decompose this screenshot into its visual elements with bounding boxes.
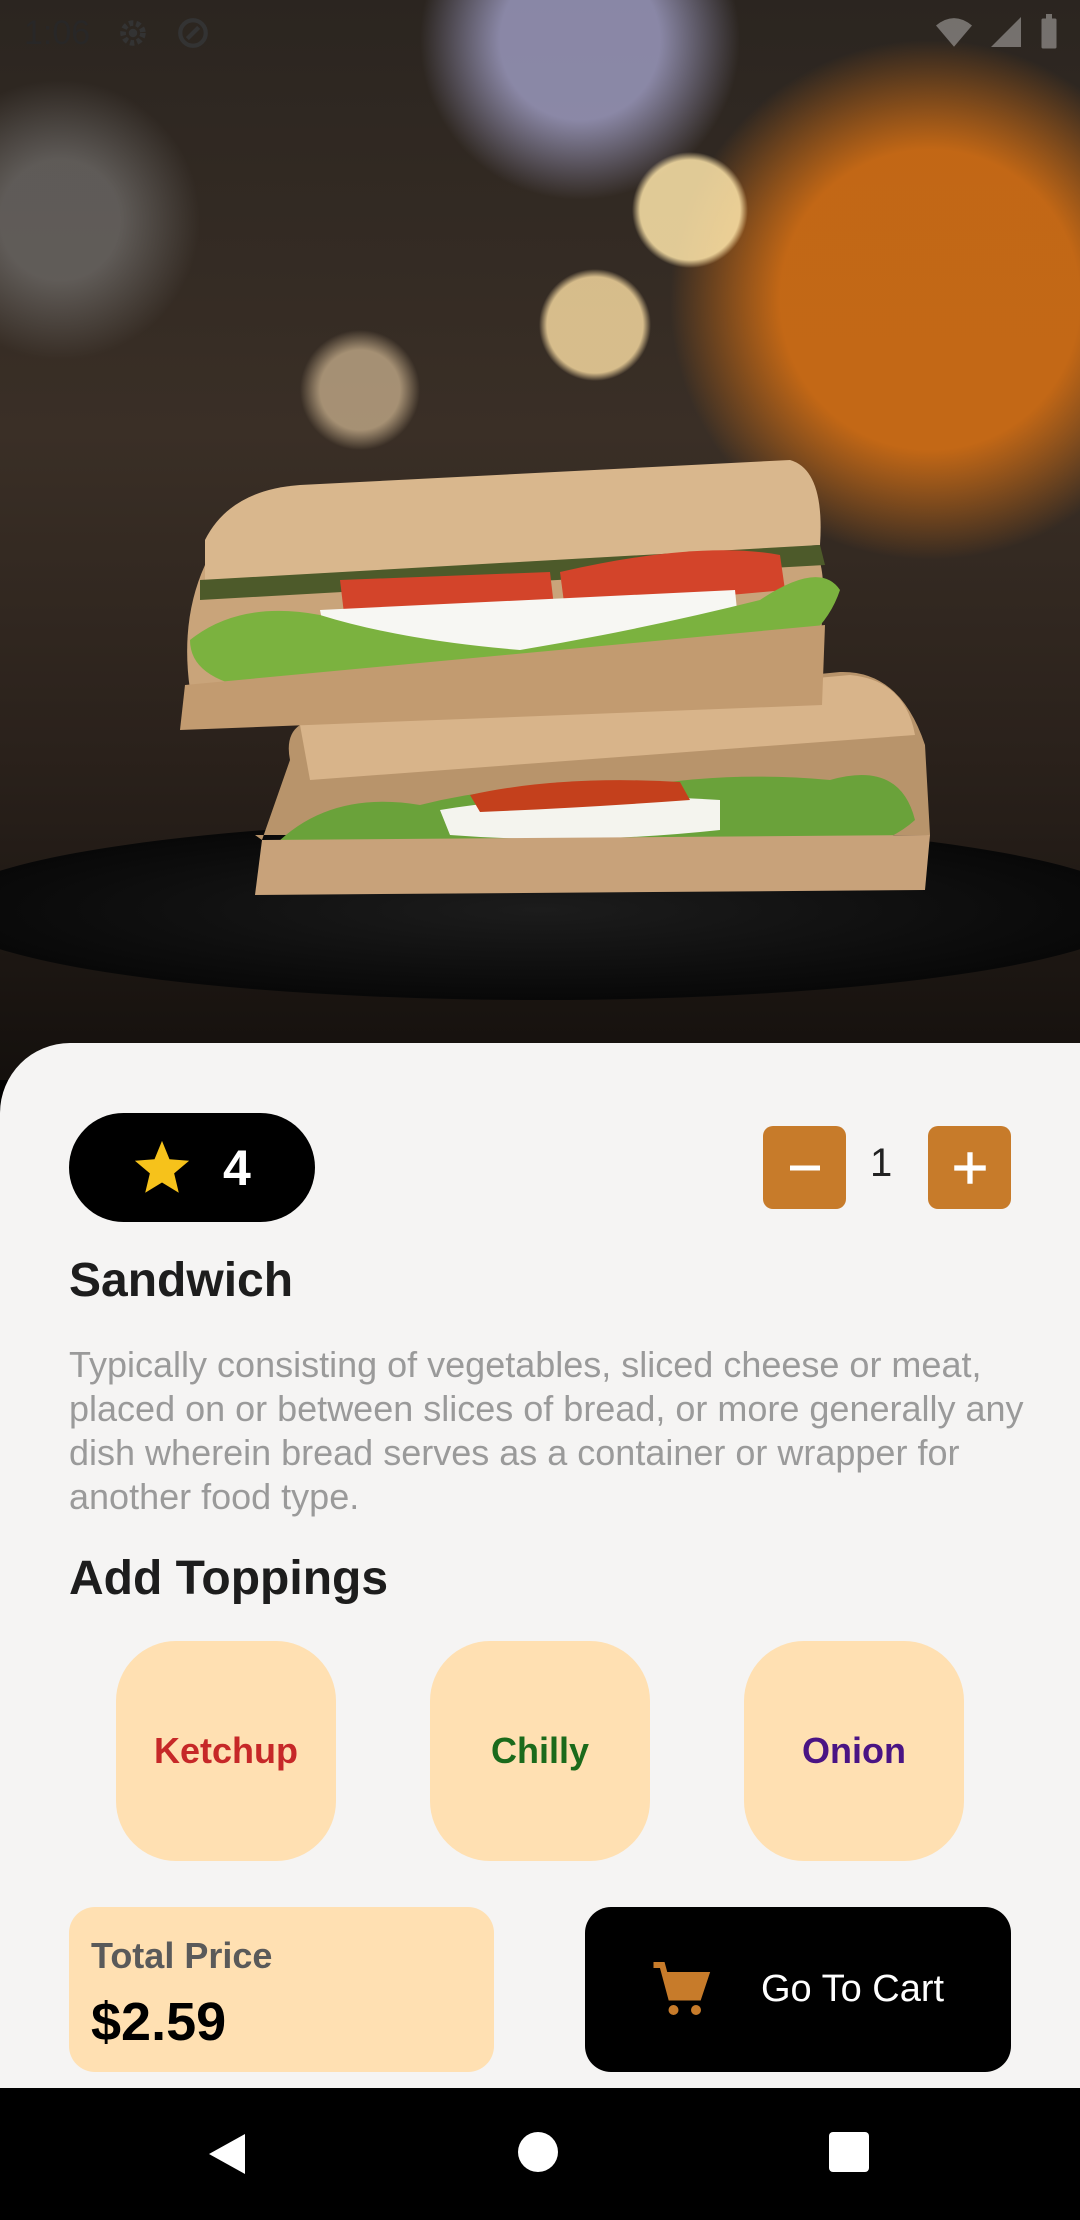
battery-icon bbox=[1041, 14, 1057, 49]
star-icon bbox=[134, 1140, 190, 1193]
toppings-title: Add Toppings bbox=[69, 1552, 389, 1605]
minus-icon bbox=[789, 1165, 820, 1170]
topping-chilly[interactable]: Chilly bbox=[430, 1641, 650, 1861]
topping-onion[interactable]: Onion bbox=[744, 1641, 964, 1861]
total-price-box: Total Price $2.59 bbox=[69, 1907, 494, 2072]
product-title: Sandwich bbox=[69, 1254, 294, 1307]
product-details-sheet: 4 1 Sandwich Typically consisting of veg… bbox=[0, 1043, 1080, 2088]
hero-image bbox=[0, 0, 1080, 1080]
sync-icon bbox=[178, 18, 209, 48]
decrease-quantity-button[interactable] bbox=[763, 1126, 846, 1209]
increase-quantity-button[interactable] bbox=[928, 1126, 1011, 1209]
go-to-cart-button[interactable]: Go To Cart bbox=[585, 1907, 1011, 2072]
rating-value: 4 bbox=[223, 1139, 251, 1196]
settings-icon bbox=[120, 20, 146, 46]
navigation-bar bbox=[0, 2088, 1080, 2220]
sandwich-illustration bbox=[180, 460, 930, 895]
rating-badge: 4 bbox=[69, 1113, 315, 1222]
recent-apps-icon[interactable] bbox=[829, 2132, 869, 2172]
total-price-value: $2.59 bbox=[91, 1992, 227, 2052]
home-icon[interactable] bbox=[518, 2132, 558, 2172]
back-icon[interactable] bbox=[205, 2130, 249, 2178]
cart-icon bbox=[653, 1961, 711, 2015]
plus-icon bbox=[953, 1151, 986, 1184]
quantity-value: 1 bbox=[870, 1141, 893, 1185]
status-bar: 1:06 bbox=[0, 0, 1080, 66]
go-to-cart-label: Go To Cart bbox=[761, 1968, 945, 2010]
wifi-off-icon bbox=[936, 18, 972, 47]
signal-icon bbox=[991, 17, 1021, 47]
topping-ketchup[interactable]: Ketchup bbox=[116, 1641, 336, 1861]
status-time: 1:06 bbox=[24, 13, 91, 52]
total-price-label: Total Price bbox=[91, 1935, 273, 1976]
product-description: Typically consisting of vegetables, slic… bbox=[69, 1344, 1024, 1517]
